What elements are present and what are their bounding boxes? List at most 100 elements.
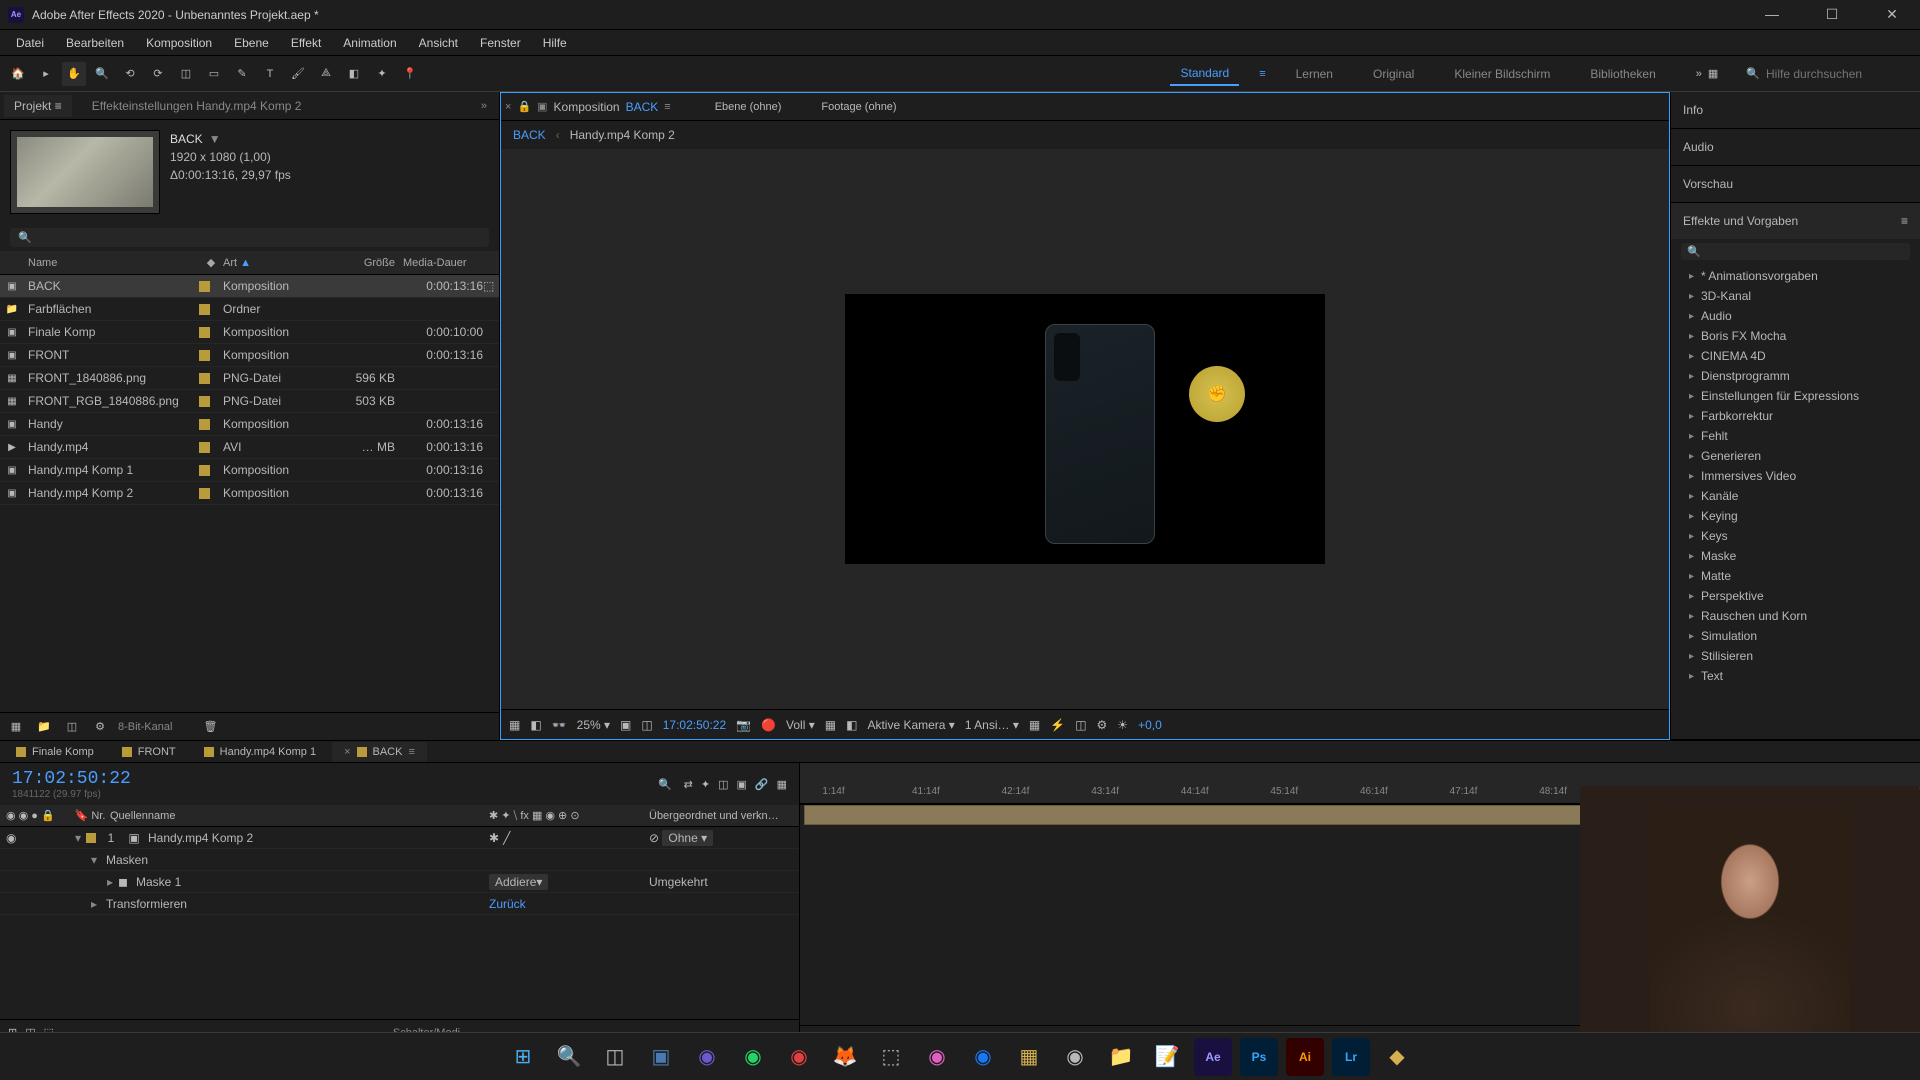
interpret-footage-icon[interactable]: ▦ (6, 717, 26, 737)
item-color-swatch[interactable] (199, 396, 210, 407)
comp-dropdown-icon[interactable]: ▼ (209, 130, 221, 148)
comp-tab-name[interactable]: BACK (626, 100, 659, 114)
workspace-lernen[interactable]: Lernen (1286, 63, 1343, 85)
bit-depth[interactable]: 8-Bit-Kanal (118, 721, 172, 733)
eraser-tool[interactable]: ◧ (342, 62, 366, 86)
workspace-kleiner-bildschirm[interactable]: Kleiner Bildschirm (1444, 63, 1560, 85)
pen-tool[interactable]: ✎ (230, 62, 254, 86)
tl-tool-icon[interactable]: ⇄ (684, 778, 693, 791)
effects-menu-icon[interactable]: ≡ (1901, 214, 1908, 228)
transform-reset-link[interactable]: Zurück (489, 897, 526, 911)
effects-category[interactable]: ▸Stilisieren (1671, 646, 1920, 666)
menu-datei[interactable]: Datei (6, 32, 54, 54)
effects-category[interactable]: ▸Generieren (1671, 446, 1920, 466)
item-color-swatch[interactable] (199, 419, 210, 430)
zoom-dropdown[interactable]: 25% ▾ (577, 718, 610, 732)
expand-icon[interactable]: ▸ (1689, 391, 1697, 402)
timeline-search-icon[interactable]: 🔍 (658, 778, 672, 791)
expand-icon[interactable]: ▸ (1689, 271, 1697, 282)
expand-icon[interactable]: ▸ (1689, 531, 1697, 542)
mask-mode-dropdown[interactable]: Addiere▾ (489, 874, 548, 890)
alpha-icon[interactable]: 👓 (552, 718, 567, 732)
shape-tool[interactable]: ▭ (202, 62, 226, 86)
workspace-overflow-icon[interactable]: » (1696, 68, 1702, 80)
expand-icon[interactable]: ▸ (1689, 411, 1697, 422)
tab-close-icon[interactable]: × (344, 746, 350, 758)
expand-icon[interactable]: ▸ (1689, 651, 1697, 662)
timeline-tab[interactable]: Finale Komp (4, 742, 106, 762)
ebene-tab[interactable]: Ebene (ohne) (715, 101, 782, 113)
expand-icon[interactable]: ▸ (1689, 571, 1697, 582)
trash-icon[interactable]: 🗑 (200, 717, 220, 737)
project-item[interactable]: 📁 Farbflächen Ordner (0, 298, 499, 321)
expand-icon[interactable]: ▸ (1689, 291, 1697, 302)
effects-category[interactable]: ▸Kanäle (1671, 486, 1920, 506)
new-comp-icon[interactable]: ◫ (62, 717, 82, 737)
menu-fenster[interactable]: Fenster (470, 32, 531, 54)
effects-category[interactable]: ▸Text (1671, 666, 1920, 686)
puppet-tool[interactable]: 📍 (398, 62, 422, 86)
3d-icon[interactable]: ◫ (1075, 718, 1086, 732)
menu-animation[interactable]: Animation (333, 32, 406, 54)
parent-link-icon[interactable]: ⊘ (649, 831, 659, 845)
taskbar-windows-icon[interactable]: ⊞ (504, 1038, 542, 1076)
project-item[interactable]: ▣ FRONT Komposition 0:00:13:16 (0, 344, 499, 367)
tl-tool-icon[interactable]: ▦ (777, 778, 787, 791)
menu-effekt[interactable]: Effekt (281, 32, 331, 54)
vorschau-panel-header[interactable]: Vorschau (1671, 166, 1920, 202)
comp-tab-menu-icon[interactable]: ≡ (664, 101, 670, 113)
col-art[interactable]: Art ▲ (223, 257, 333, 269)
breadcrumb-back[interactable]: BACK (513, 128, 546, 142)
expand-icon[interactable]: ▸ (1689, 671, 1697, 682)
expand-icon[interactable]: ▸ (1689, 451, 1697, 462)
taskbar-teams-icon[interactable]: ◉ (688, 1038, 726, 1076)
project-item[interactable]: ▣ Handy.mp4 Komp 2 Komposition 0:00:13:1… (0, 482, 499, 505)
breadcrumb-item[interactable]: Handy.mp4 Komp 2 (570, 128, 675, 142)
taskbar-messenger-icon[interactable]: ◉ (918, 1038, 956, 1076)
taskbar-ai-icon[interactable]: Ai (1286, 1038, 1324, 1076)
snapshot-icon[interactable]: 📷 (736, 718, 751, 732)
exposure-icon[interactable]: ☀ (1117, 718, 1128, 732)
taskbar-search-icon[interactable]: 🔍 (550, 1038, 588, 1076)
menu-ansicht[interactable]: Ansicht (409, 32, 468, 54)
effects-category[interactable]: ▸Perspektive (1671, 586, 1920, 606)
footage-tab[interactable]: Footage (ohne) (821, 101, 896, 113)
effects-category[interactable]: ▸Boris FX Mocha (1671, 326, 1920, 346)
guide-icon[interactable]: ▦ (825, 718, 836, 732)
rotate-tool[interactable]: ⟳ (146, 62, 170, 86)
expand-icon[interactable]: ▸ (1689, 471, 1697, 482)
layer-row[interactable]: ◉ ▾ 1 ▣ Handy.mp4 Komp 2 ✱╱ ⊘ Ohne ▾ (0, 827, 799, 849)
workspace-standard[interactable]: Standard (1170, 62, 1239, 86)
close-button[interactable]: ✕ (1872, 6, 1912, 23)
effects-category[interactable]: ▸3D-Kanal (1671, 286, 1920, 306)
col-size[interactable]: Größe (333, 257, 403, 269)
render-icon[interactable]: ⚙ (1097, 718, 1108, 732)
comp-tab-close-icon[interactable]: × (505, 101, 511, 113)
item-color-swatch[interactable] (199, 373, 210, 384)
effects-category[interactable]: ▸Immersives Video (1671, 466, 1920, 486)
hand-tool[interactable]: ✋ (62, 62, 86, 86)
menu-bearbeiten[interactable]: Bearbeiten (56, 32, 134, 54)
taskbar-explorer-icon[interactable]: ▣ (642, 1038, 680, 1076)
effects-category[interactable]: ▸CINEMA 4D (1671, 346, 1920, 366)
toggle-icon[interactable]: ◧ (846, 718, 857, 732)
expand-icon[interactable]: ▸ (1689, 551, 1697, 562)
expand-icon[interactable]: ▸ (86, 897, 102, 911)
taskbar-obs-icon[interactable]: ◉ (1056, 1038, 1094, 1076)
expand-icon[interactable]: ▸ (1689, 311, 1697, 322)
help-search[interactable]: 🔍 (1738, 65, 1914, 83)
expand-icon[interactable]: ▸ (102, 875, 118, 889)
item-color-swatch[interactable] (199, 327, 210, 338)
item-color-swatch[interactable] (199, 488, 210, 499)
taskbar-sn-icon[interactable]: ◆ (1378, 1038, 1416, 1076)
taskbar-app-icon[interactable]: ⬚ (872, 1038, 910, 1076)
timeline-timecode[interactable]: 17:02:50:22 (12, 769, 131, 789)
item-color-swatch[interactable] (199, 442, 210, 453)
menu-ebene[interactable]: Ebene (224, 32, 279, 54)
minimize-button[interactable]: — (1752, 6, 1792, 23)
item-color-swatch[interactable] (199, 465, 210, 476)
project-item[interactable]: ▦ FRONT_RGB_1840886.png PNG-Datei 503 KB (0, 390, 499, 413)
grid-icon[interactable]: ▦ (509, 718, 520, 732)
effects-category[interactable]: ▸Fehlt (1671, 426, 1920, 446)
effects-category[interactable]: ▸Keying (1671, 506, 1920, 526)
